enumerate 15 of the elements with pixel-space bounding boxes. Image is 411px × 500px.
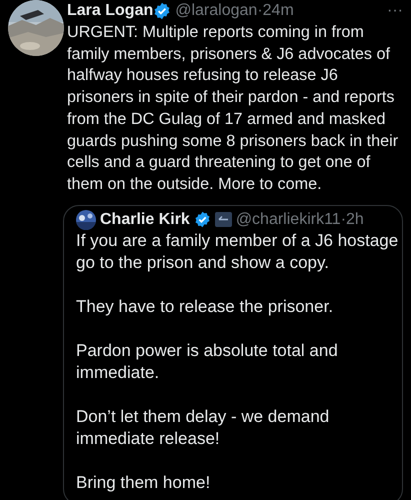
quoted-post-text: They have to release the prisoner. [76,296,334,318]
post-text: URGENT: Multiple reports coming in from family members, prisoners & J6 advocates of halfway houses refusing to release J6 prisoners in spite of their pardon - and reports from the DC Gulag of 17 armed and masked guards pushing some 8 prisoners back in their cells and a guard threatening to get one of them on the outside. More to come. [67,22,400,195]
post-time: 2h [346,210,364,230]
separator-dot: · [340,210,346,230]
quoted-post-text: If you are a family member of a J6 hostage go to the prison and show a copy. [76,230,400,274]
separator-dot: · [257,1,263,21]
user-handle: @laralogan [175,1,258,21]
display-name: Charlie Kirk [100,210,190,230]
quoted-post-text: Bring them home! [76,472,212,494]
display-name: Lara Logan [67,1,154,21]
user-handle: @charliekirk11 [236,210,341,230]
quoted-post-text: Pardon power is absolute total and immediate. [76,340,339,384]
quoted-post-text: Don’t let them delay - we demand immediate release! [76,406,330,450]
more-options-icon[interactable]: ··· [387,3,403,19]
post-time: 24m [262,1,294,21]
